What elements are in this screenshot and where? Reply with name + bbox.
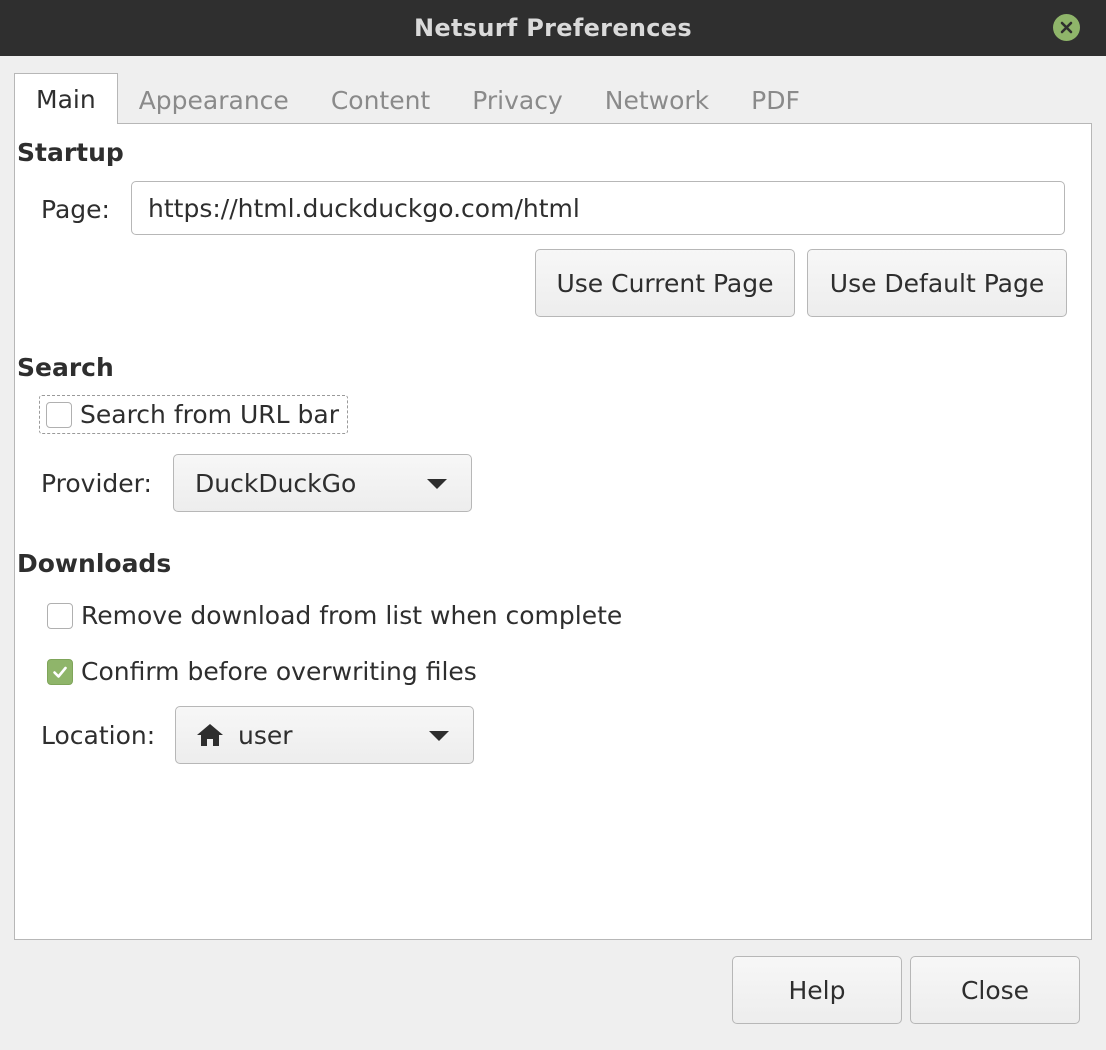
remove-download-box[interactable]: [47, 602, 73, 629]
tab-network[interactable]: Network: [584, 76, 730, 124]
remove-download-checkbox[interactable]: Remove download from list when complete: [47, 601, 622, 630]
window-close-button[interactable]: [1053, 14, 1080, 41]
title-bar[interactable]: Netsurf Preferences: [0, 0, 1106, 56]
startup-page-value: https://html.duckduckgo.com/html: [148, 193, 580, 223]
location-dropdown[interactable]: user: [175, 706, 474, 764]
preferences-window: Netsurf Preferences Main Appearance Cont…: [0, 0, 1106, 1050]
tab-pdf-label: PDF: [751, 85, 800, 115]
chevron-down-icon: [427, 479, 447, 489]
tab-appearance-label: Appearance: [138, 85, 289, 115]
use-default-page-button[interactable]: Use Default Page: [807, 249, 1067, 317]
help-button-label: Help: [788, 975, 846, 1005]
provider-value: DuckDuckGo: [195, 468, 357, 498]
tab-main-label: Main: [36, 84, 96, 114]
checkmark-icon: [53, 666, 67, 678]
startup-page-input[interactable]: https://html.duckduckgo.com/html: [131, 181, 1065, 235]
search-heading: Search: [17, 353, 114, 382]
home-icon: [197, 724, 223, 746]
tab-content[interactable]: Content: [310, 76, 451, 124]
provider-label: Provider:: [41, 469, 152, 498]
tab-privacy[interactable]: Privacy: [451, 76, 584, 124]
tab-appearance[interactable]: Appearance: [118, 76, 310, 124]
search-from-url-bar-label: Search from URL bar: [80, 400, 339, 429]
window-title: Netsurf Preferences: [414, 14, 692, 42]
tab-pdf[interactable]: PDF: [730, 76, 821, 124]
close-button-label: Close: [960, 975, 1030, 1005]
confirm-overwrite-checkbox[interactable]: Confirm before overwriting files: [47, 657, 477, 686]
use-current-page-button[interactable]: Use Current Page: [535, 249, 795, 317]
use-current-page-label: Use Current Page: [556, 268, 774, 298]
chevron-down-icon: [429, 731, 449, 741]
close-icon: [1060, 21, 1073, 34]
close-button[interactable]: Close: [910, 956, 1080, 1024]
tab-network-label: Network: [604, 85, 710, 115]
provider-dropdown[interactable]: DuckDuckGo: [173, 454, 472, 512]
page-label: Page:: [41, 195, 110, 224]
location-value: user: [238, 720, 293, 750]
tab-bar: Main Appearance Content Privacy Network …: [14, 73, 821, 124]
search-from-url-bar-box[interactable]: [46, 401, 72, 428]
help-button[interactable]: Help: [732, 956, 902, 1024]
search-from-url-bar-checkbox[interactable]: Search from URL bar: [39, 395, 348, 434]
startup-heading: Startup: [17, 138, 124, 167]
confirm-overwrite-box[interactable]: [47, 658, 73, 685]
tab-content-label: Content: [330, 85, 431, 115]
main-tab-panel: Startup Page: https://html.duckduckgo.co…: [14, 123, 1092, 940]
use-default-page-label: Use Default Page: [829, 268, 1045, 298]
location-label: Location:: [41, 721, 156, 750]
tab-main[interactable]: Main: [14, 73, 118, 124]
tab-privacy-label: Privacy: [472, 85, 563, 115]
remove-download-label: Remove download from list when complete: [81, 601, 623, 630]
confirm-overwrite-label: Confirm before overwriting files: [81, 657, 477, 686]
downloads-heading: Downloads: [17, 549, 172, 578]
